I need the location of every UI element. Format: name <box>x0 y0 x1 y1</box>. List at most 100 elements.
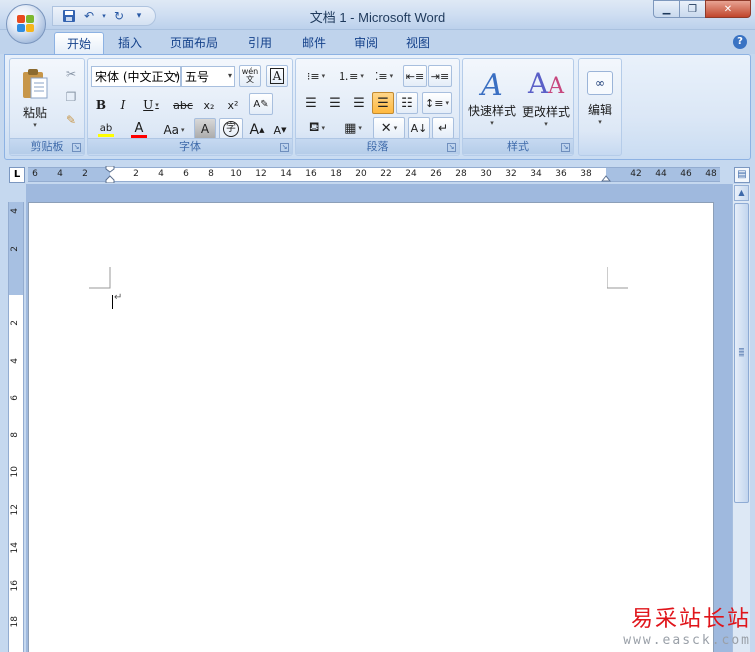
justify-button[interactable]: ☰ <box>372 92 394 114</box>
copy-button[interactable]: ❐ <box>60 86 82 108</box>
document-page[interactable]: ↵ <box>28 202 714 652</box>
paragraph-mark-icon: ↵ <box>437 121 449 135</box>
multilevel-list-button[interactable]: ⁚≡ ▾ <box>369 65 399 87</box>
chevron-down-icon: ▾ <box>544 120 548 128</box>
ruler-tick: 42 <box>630 169 642 179</box>
close-button[interactable]: ✕ <box>705 0 751 18</box>
grow-font-icon: ▲ <box>259 126 265 134</box>
strikethrough-button[interactable]: abc <box>170 94 196 116</box>
tab-home[interactable]: 开始 <box>54 32 105 54</box>
font-group-label: 字体 <box>88 138 292 154</box>
view-ruler-icon[interactable]: ▤ <box>734 167 750 183</box>
ruler-tick: 36 <box>555 169 567 179</box>
chevron-down-icon: ▾ <box>173 71 178 80</box>
chevron-down-icon: ▾ <box>155 101 159 109</box>
paste-button[interactable]: 粘贴 ▾ <box>14 63 56 133</box>
distributed-button[interactable]: ☷ <box>396 92 418 114</box>
tab-stop-selector[interactable]: L <box>9 167 25 183</box>
ruler-tick: 44 <box>655 169 667 179</box>
font-name-value: 宋体 (中文正文) <box>95 70 181 84</box>
tab-view[interactable]: 视图 <box>394 32 442 54</box>
undo-icon[interactable]: ↶ <box>81 8 97 24</box>
scroll-up-button[interactable]: ▲ <box>734 185 749 201</box>
underline-button[interactable]: U ▾ <box>136 94 166 116</box>
show-hide-marks-button[interactable]: ↵ <box>432 117 454 139</box>
borders-button[interactable]: ▦ ▾ <box>337 117 369 139</box>
horizontal-ruler[interactable]: 6 4 2 2 4 6 8 10 12 14 16 18 20 22 24 26… <box>28 166 720 183</box>
italic-button[interactable]: I <box>113 94 133 116</box>
font-launcher-icon[interactable]: ↘ <box>280 143 289 152</box>
highlight-label: ab <box>99 122 113 134</box>
ruler-tick: 24 <box>405 169 417 179</box>
subscript-button[interactable]: x₂ <box>198 94 220 116</box>
align-center-button[interactable]: ☰ <box>324 92 346 114</box>
shrink-font-icon: ▼ <box>281 126 287 134</box>
undo-dropdown-icon[interactable]: ▾ <box>101 8 107 24</box>
right-indent-marker[interactable] <box>601 172 611 182</box>
sort-button[interactable]: A↓ <box>408 117 430 139</box>
align-center-icon: ☰ <box>329 95 341 111</box>
tab-references[interactable]: 引用 <box>236 32 284 54</box>
increase-indent-button[interactable]: ⇥≡ <box>428 65 452 87</box>
format-painter-button[interactable]: ✎ <box>60 109 82 131</box>
save-icon[interactable] <box>61 8 77 24</box>
superscript-button[interactable]: x² <box>222 94 244 116</box>
clear-formatting-button[interactable]: A✎ <box>249 93 273 115</box>
enclose-characters-button[interactable]: 字 <box>219 118 243 140</box>
editing-button[interactable]: ∞ 编辑 ▾ <box>582 63 618 133</box>
align-right-button[interactable]: ☰ <box>348 92 370 114</box>
align-left-button[interactable]: ☰ <box>300 92 322 114</box>
restore-button[interactable]: ❐ <box>679 0 706 18</box>
styles-launcher-icon[interactable]: ↘ <box>561 143 570 152</box>
font-size-select[interactable]: 五号 ▾ <box>181 66 235 87</box>
tab-page-layout[interactable]: 页面布局 <box>158 32 230 54</box>
decrease-indent-button[interactable]: ⇤≡ <box>403 65 427 87</box>
first-line-indent-marker[interactable] <box>105 166 115 183</box>
quick-styles-button[interactable]: A 快速样式 ▾ <box>465 63 519 133</box>
increase-indent-icon: ⇥≡ <box>430 69 450 83</box>
chevron-down-icon: ▾ <box>393 124 398 132</box>
ruler-tick: 4 <box>10 358 20 364</box>
ribbon-tabs: 开始 插入 页面布局 引用 邮件 审阅 视图 ? <box>0 30 755 54</box>
font-name-select[interactable]: 宋体 (中文正文) ▾ <box>91 66 181 87</box>
cut-button[interactable]: ✂ <box>60 63 82 85</box>
customize-icon[interactable]: ▾ <box>131 8 147 24</box>
paste-icon <box>23 68 48 98</box>
tab-insert[interactable]: 插入 <box>106 32 154 54</box>
bullets-button[interactable]: ⁝≡ ▾ <box>300 65 332 87</box>
help-icon[interactable]: ? <box>733 35 747 49</box>
shading-button[interactable]: ⛾ ▾ <box>300 117 334 139</box>
clipboard-launcher-icon[interactable]: ↘ <box>72 143 81 152</box>
office-button[interactable] <box>6 4 46 44</box>
paragraph-launcher-icon[interactable]: ↘ <box>447 143 456 152</box>
tab-mailings[interactable]: 邮件 <box>290 32 338 54</box>
char-shading-button[interactable]: A <box>194 118 216 140</box>
text-cursor <box>112 295 113 309</box>
clipboard-group: 粘贴 ▾ ✂ ❐ ✎ 剪贴板 ↘ <box>9 58 85 156</box>
numbering-button[interactable]: ⒈≡ ▾ <box>335 65 367 87</box>
distributed-icon: ☷ <box>401 95 413 111</box>
change-styles-button[interactable]: AA 更改样式 ▾ <box>519 63 573 133</box>
editing-label: 编辑 <box>587 102 612 117</box>
bold-button[interactable]: B <box>91 94 111 116</box>
paste-dropdown-icon: ▾ <box>33 120 37 129</box>
decrease-indent-icon: ⇤≡ <box>405 69 425 83</box>
minimize-button[interactable]: ▁ <box>653 0 680 18</box>
ruler-tick: 14 <box>10 542 20 554</box>
vertical-ruler[interactable]: 4 2 2 4 6 8 10 12 14 16 18 <box>8 202 24 652</box>
chinese-layout-button[interactable]: ✕ ▾ <box>373 117 405 139</box>
ruler-tick: 30 <box>480 169 492 179</box>
paragraph-group-label: 段落 <box>296 138 459 154</box>
phonetic-guide-button[interactable]: wén 文 <box>239 65 261 87</box>
redo-icon[interactable]: ↻ <box>111 8 127 24</box>
vertical-scrollbar[interactable]: ▲ ═ ═ ═ <box>732 184 750 652</box>
scroll-thumb[interactable]: ═ ═ ═ <box>734 203 749 503</box>
grow-font-label: A <box>249 122 260 138</box>
char-border-button[interactable]: A <box>266 65 288 87</box>
tab-review[interactable]: 审阅 <box>342 32 390 54</box>
ruler-tick: 34 <box>530 169 542 179</box>
line-spacing-button[interactable]: ↕≡ ▾ <box>422 92 452 114</box>
text-boundary-top-right <box>607 267 628 289</box>
phonetic-guide-icon: wén 文 <box>241 67 259 84</box>
ruler-tick: 18 <box>10 616 20 628</box>
